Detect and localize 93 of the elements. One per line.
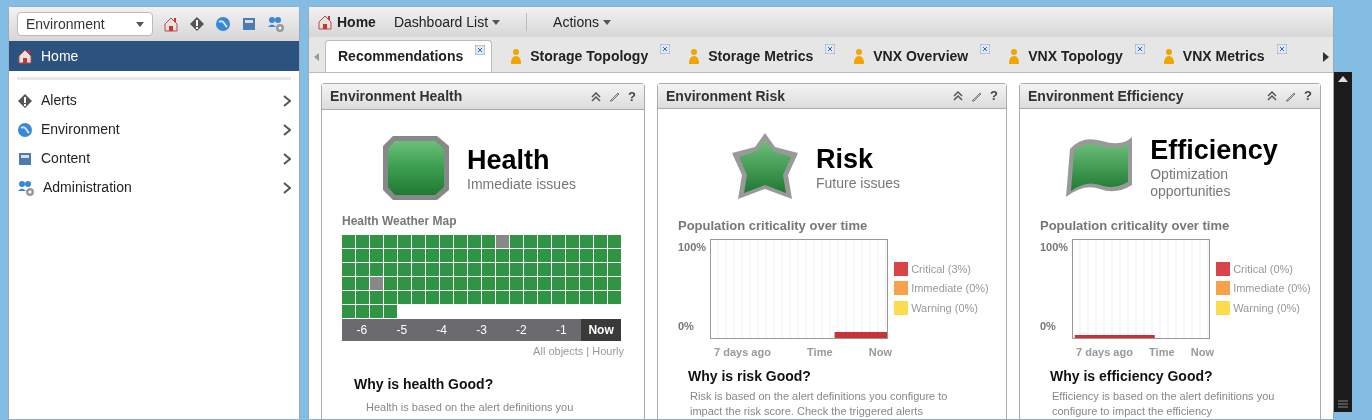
why-heading: Why is efficiency Good?: [1050, 367, 1214, 386]
legend-label: Warning (0%): [1233, 300, 1300, 316]
home-button[interactable]: Home: [317, 11, 376, 33]
map-title: Health Weather Map: [342, 213, 458, 230]
book-icon[interactable]: [241, 16, 257, 32]
collapse-icon[interactable]: [953, 91, 964, 101]
badge-title: Risk: [816, 142, 875, 175]
users-gear-icon[interactable]: [17, 179, 35, 196]
pencil-icon[interactable]: [971, 90, 983, 102]
chart-title: Population criticality over time: [678, 217, 869, 235]
widget-title: Environment Health: [330, 87, 464, 106]
scrollbar[interactable]: [1334, 72, 1352, 412]
why-heading: Why is health Good?: [354, 374, 495, 394]
caret-icon: [603, 19, 611, 25]
axis-label: Time: [807, 344, 833, 360]
collapse-icon[interactable]: [591, 91, 602, 102]
badge-subtitle: Immediate issues: [467, 175, 577, 193]
why-text: Efficiency is based on the alert definitions you configure to impact the efficiency: [1052, 389, 1276, 419]
sidebar-item[interactable]: Environment: [9, 115, 299, 144]
badge-title: Health: [467, 143, 551, 176]
axis-label: 7 days ago: [1076, 344, 1133, 360]
legend-label: Immediate (0%): [911, 281, 989, 296]
tab[interactable]: Recommendations: [325, 40, 493, 72]
help-button[interactable]: ?: [990, 86, 998, 106]
legend-label: Warning (0%): [911, 300, 978, 316]
axis-label: Now: [868, 344, 892, 360]
sidebar-item[interactable]: Administration: [9, 173, 299, 202]
home-nav-item[interactable]: Home: [9, 41, 299, 71]
tab[interactable]: Storage Topology: [498, 40, 677, 72]
warning-icon[interactable]: [189, 16, 205, 32]
home-icon[interactable]: [17, 48, 33, 64]
time-step[interactable]: -6: [342, 319, 382, 341]
axis-label: 0%: [1040, 319, 1057, 334]
badge-subtitle: Optimization opportunities: [1150, 166, 1232, 200]
close-tab-icon[interactable]: [980, 44, 991, 54]
time-step[interactable]: -3: [461, 319, 502, 341]
why-text: Risk is based on the alert definitions you configure to impact the risk score. Check the triggered alerts: [690, 389, 949, 419]
menu-button[interactable]: Actions: [553, 11, 611, 33]
tab[interactable]: VNX Overview: [841, 40, 997, 72]
globe-icon[interactable]: [215, 16, 231, 32]
help-button[interactable]: ?: [628, 86, 636, 107]
tab[interactable]: VNX Topology: [996, 40, 1151, 72]
badge-subtitle: Future issues: [816, 174, 902, 192]
users-gear-icon[interactable]: [267, 16, 285, 32]
menu-button[interactable]: Dashboard List: [393, 11, 501, 33]
close-tab-icon[interactable]: [825, 44, 836, 54]
time-step[interactable]: -2: [501, 319, 542, 341]
axis-label: 100%: [1040, 239, 1069, 255]
badge-title: Efficiency: [1150, 134, 1278, 166]
time-step[interactable]: Now: [581, 319, 621, 341]
why-heading: Why is risk Good?: [688, 367, 812, 386]
widget-title: Environment Risk: [666, 86, 787, 106]
globe-icon[interactable]: [17, 121, 33, 138]
axis-label: Now: [1190, 344, 1214, 360]
caret-icon: [492, 19, 501, 25]
widget-title: Environment Efficiency: [1028, 86, 1185, 106]
time-step[interactable]: -5: [381, 319, 422, 341]
pencil-icon[interactable]: [1285, 90, 1297, 102]
tab[interactable]: VNX Metrics: [1150, 40, 1293, 72]
tab[interactable]: Storage Metrics: [676, 40, 842, 72]
environment-dropdown[interactable]: Environment: [17, 12, 153, 36]
pencil-icon[interactable]: [609, 91, 621, 102]
sidebar-item[interactable]: Content: [9, 144, 299, 173]
close-tab-icon[interactable]: [475, 45, 486, 55]
axis-label: Time: [1149, 344, 1175, 360]
close-tab-icon[interactable]: [1276, 44, 1287, 54]
chevron-right-icon: [283, 181, 291, 194]
time-step[interactable]: -4: [421, 319, 462, 341]
chevron-right-icon: [283, 94, 291, 107]
legend-label: Critical (3%): [911, 261, 972, 277]
home-icon[interactable]: [317, 14, 333, 30]
chevron-right-icon: [283, 123, 291, 136]
close-tab-icon[interactable]: [1134, 44, 1145, 54]
legend-label: Critical (0%): [1233, 261, 1294, 277]
why-text: Health is based on the alert definitions you: [366, 399, 575, 415]
sidebar-item[interactable]: Alerts: [9, 86, 299, 115]
book-icon[interactable]: [17, 150, 33, 167]
warning-icon[interactable]: [17, 92, 33, 109]
legend-label: Immediate (0%): [1233, 281, 1311, 296]
scroll-up-icon[interactable]: [1338, 76, 1348, 82]
help-button[interactable]: ?: [1304, 86, 1312, 106]
scope-label: All objects | Hourly: [533, 344, 624, 359]
chart-title: Population criticality over time: [1040, 217, 1231, 235]
collapse-icon[interactable]: [1267, 91, 1278, 101]
time-step[interactable]: -1: [541, 319, 582, 341]
grip-icon: [1338, 400, 1348, 408]
chevron-right-icon: [283, 152, 291, 165]
axis-label: 7 days ago: [714, 344, 771, 360]
axis-label: 100%: [678, 239, 707, 255]
caret-icon: [136, 21, 144, 27]
close-tab-icon[interactable]: [660, 44, 671, 54]
home-icon[interactable]: [163, 16, 179, 32]
axis-label: 0%: [678, 319, 695, 334]
